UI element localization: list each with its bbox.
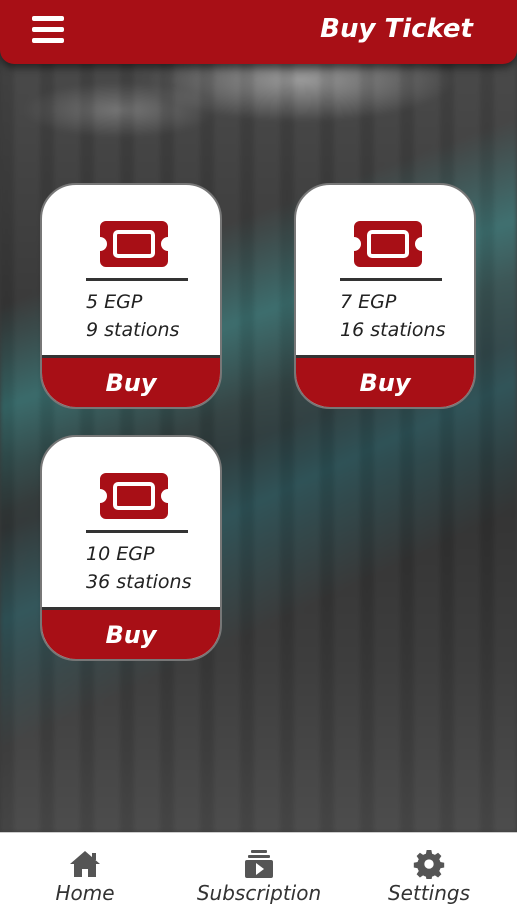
nav-home-label: Home	[55, 881, 115, 905]
ticket-price: 5 EGP	[86, 291, 143, 313]
ticket-icon	[100, 473, 168, 519]
buy-button[interactable]: Buy	[296, 355, 474, 407]
ticket-icon	[354, 221, 422, 267]
nav-settings-label: Settings	[387, 881, 471, 905]
card-divider	[86, 530, 188, 533]
ticket-price: 10 EGP	[86, 543, 155, 565]
background-image	[0, 0, 517, 832]
bottom-nav: Home Subscription Settings	[0, 832, 517, 919]
ticket-stations: 16 stations	[340, 319, 446, 341]
page-title: Buy Ticket	[320, 14, 473, 44]
ticket-stations: 9 stations	[86, 319, 180, 341]
nav-home[interactable]: Home	[48, 849, 122, 905]
ticket-card: 10 EGP 36 stations Buy	[40, 435, 222, 661]
nav-subscription[interactable]: Subscription	[196, 849, 322, 905]
ticket-price: 7 EGP	[340, 291, 397, 313]
ticket-icon	[100, 221, 168, 267]
gear-icon	[413, 849, 445, 879]
nav-settings[interactable]: Settings	[386, 849, 472, 905]
home-icon	[70, 851, 100, 877]
subscription-icon	[245, 850, 273, 878]
card-divider	[86, 278, 188, 281]
ticket-card: 7 EGP 16 stations Buy	[294, 183, 476, 409]
buy-button[interactable]: Buy	[42, 607, 220, 659]
ticket-stations: 36 stations	[86, 571, 192, 593]
hamburger-menu-icon[interactable]	[32, 16, 64, 44]
buy-button[interactable]: Buy	[42, 355, 220, 407]
ticket-card: 5 EGP 9 stations Buy	[40, 183, 222, 409]
card-divider	[340, 278, 442, 281]
nav-subscription-label: Subscription	[196, 881, 322, 905]
app-header: Buy Ticket	[0, 0, 517, 64]
